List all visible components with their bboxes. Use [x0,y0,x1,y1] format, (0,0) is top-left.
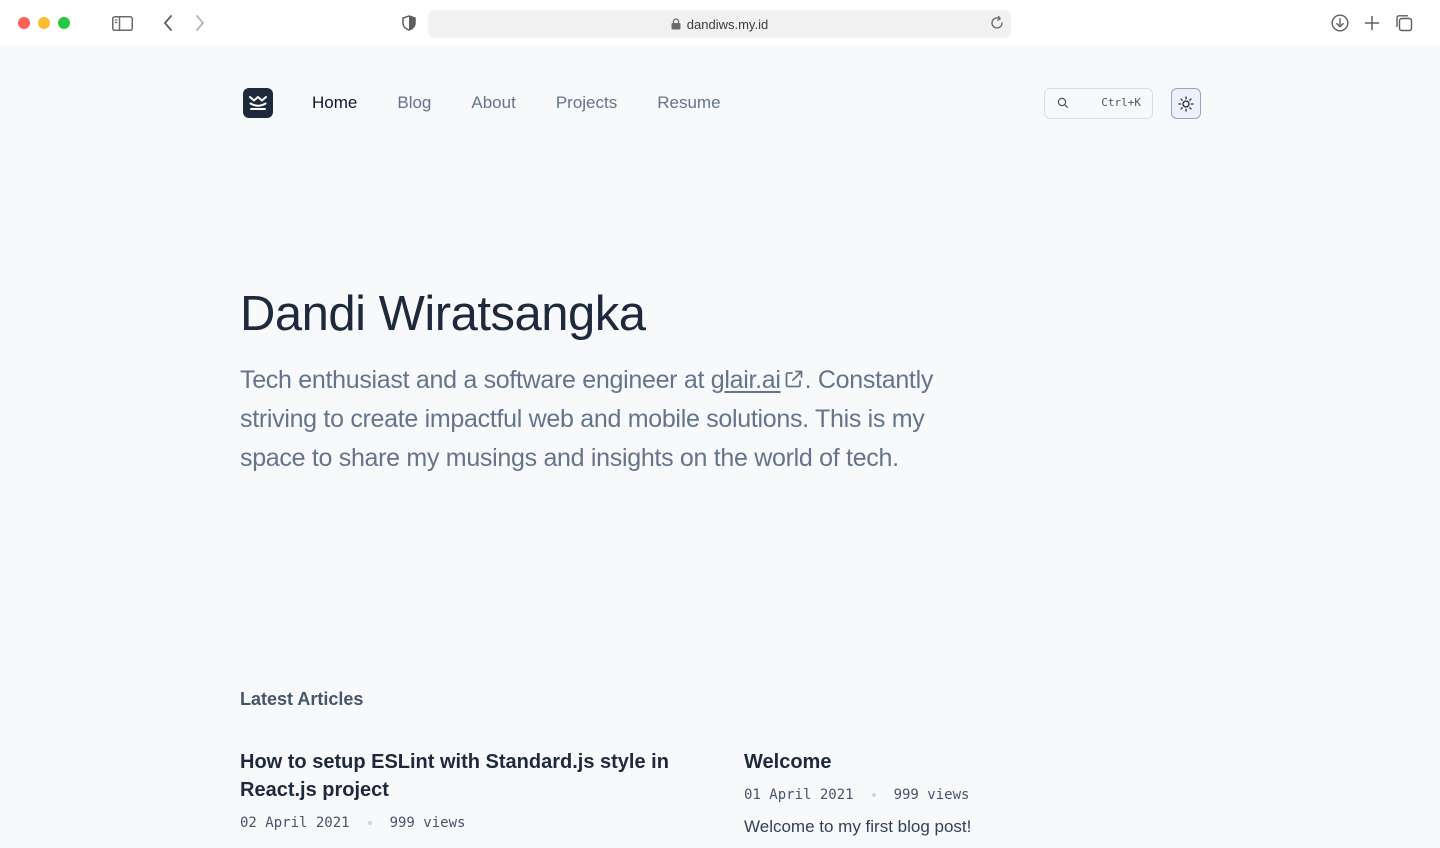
theme-toggle-button[interactable] [1171,88,1201,119]
zoom-window-button[interactable] [58,17,70,29]
forward-icon[interactable] [189,12,211,34]
meta-separator [871,793,876,797]
article-excerpt: Welcome to my first blog post! [744,817,972,836]
site-header: Home Blog About Projects Resume Ctrl+K [243,88,1201,120]
tab-overview-icon[interactable] [1393,12,1415,34]
latest-articles-heading: Latest Articles [240,689,364,709]
search-button[interactable]: Ctrl+K [1044,88,1153,119]
back-icon[interactable] [157,12,179,34]
article-title[interactable]: Welcome [744,748,1184,776]
minimize-window-button[interactable] [38,17,50,29]
article-date: 02 April 2021 [240,815,350,831]
shield-icon[interactable] [398,12,420,34]
article-meta: 01 April 2021 999 views [744,787,1184,803]
close-window-button[interactable] [18,17,30,29]
page: Home Blog About Projects Resume Ctrl+K D… [0,46,1440,848]
employer-link-label: glair.ai [710,366,781,394]
site-logo[interactable] [243,88,273,118]
nav-projects[interactable]: Projects [556,92,617,114]
search-shortcut: Ctrl+K [1101,96,1141,109]
nav-resume[interactable]: Resume [657,92,720,114]
downloads-icon[interactable] [1329,12,1351,34]
search-icon [1057,97,1069,109]
logo-icon [249,96,267,110]
sidebar-toggle-icon[interactable] [111,12,133,34]
article-date: 01 April 2021 [744,787,854,803]
hero-section: Dandi Wiratsangka Tech enthusiast and a … [240,284,980,478]
bio-text-start: Tech enthusiast and a software engineer … [240,366,711,394]
article-title[interactable]: How to setup ESLint with Standard.js sty… [240,748,680,804]
external-link-icon [785,370,803,388]
hero-bio: Tech enthusiast and a software engineer … [240,361,980,478]
article-views: 999 views [389,815,466,831]
new-tab-icon[interactable] [1361,12,1383,34]
lock-icon [671,18,681,30]
article-card[interactable]: How to setup ESLint with Standard.js sty… [240,748,680,831]
article-meta: 02 April 2021 999 views [240,815,680,831]
hero-name: Dandi Wiratsangka [240,287,646,341]
nav-blog[interactable]: Blog [397,92,431,114]
nav-home[interactable]: Home [312,92,357,114]
sun-icon [1178,95,1194,112]
nav-about[interactable]: About [471,92,515,114]
reload-icon[interactable] [989,15,1005,31]
meta-separator [367,821,372,825]
browser-chrome: dandiws.my.id [0,0,1440,46]
address-bar[interactable]: dandiws.my.id [428,10,1011,38]
main-nav: Home Blog About Projects Resume [312,92,721,114]
url-text: dandiws.my.id [686,16,769,32]
article-card[interactable]: Welcome 01 April 2021 999 views Welcome … [744,748,1184,837]
employer-link[interactable]: glair.ai [711,366,805,394]
article-views: 999 views [893,787,970,803]
